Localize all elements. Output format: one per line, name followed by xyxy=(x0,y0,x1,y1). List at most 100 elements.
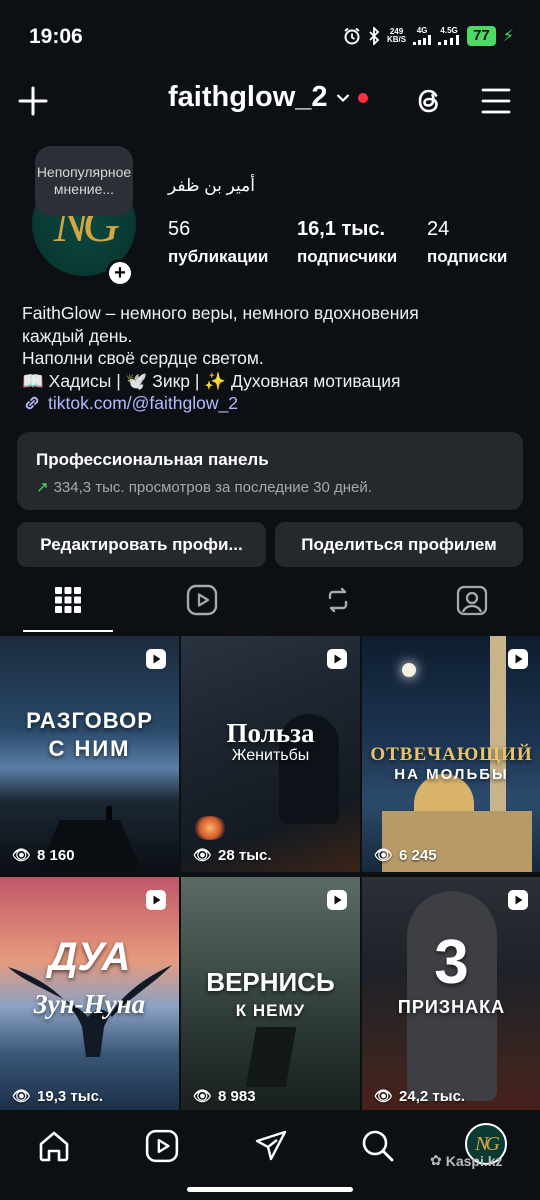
pro-panel-title: Профессиональная панель xyxy=(36,450,269,469)
post-subtitle: ПРИЗНАКА xyxy=(397,997,506,1017)
post-subtitle: Женитьбы xyxy=(231,747,310,764)
net-speed: 249 KB/S xyxy=(386,27,407,44)
view-count: 👁 19,3 тыс. xyxy=(12,1087,104,1106)
reel-icon xyxy=(327,890,347,910)
tab-grid[interactable] xyxy=(43,580,93,620)
share-profile-button[interactable]: Поделиться профилем xyxy=(275,522,523,567)
nav-direct[interactable] xyxy=(251,1126,291,1166)
pro-panel-subtitle: ↗ 334,3 тыс. просмотров за последние 30 … xyxy=(36,478,372,497)
post-tile[interactable]: ДУА Зун-Нуна 👁 19,3 тыс. xyxy=(0,877,179,1113)
post-tile[interactable]: ОТВЕЧАЮЩИЙ НА МОЛЬБЫ 👁 6 245 xyxy=(362,636,540,872)
nav-search[interactable] xyxy=(358,1126,398,1166)
bio: FaithGlow – немного веры, немного вдохно… xyxy=(22,302,522,415)
bio-line: каждый день. xyxy=(22,325,133,346)
nav-reels[interactable] xyxy=(142,1126,182,1166)
moon xyxy=(402,663,416,677)
post-tile[interactable]: Польза Женитьбы 👁 28 тыс. xyxy=(181,636,360,872)
edit-profile-button[interactable]: Редактировать профи... xyxy=(17,522,266,567)
bluetooth-icon xyxy=(368,27,380,45)
display-name: أمير بن ظفر xyxy=(168,176,255,195)
posts-grid: РАЗГОВОР С НИМ 👁 8 160 Польза Женитьбы 👁 2… xyxy=(0,636,540,1113)
post-title: ДУА xyxy=(48,935,131,979)
status-time: 19:06 xyxy=(29,25,83,48)
plus-icon xyxy=(18,86,48,116)
bottom-navigation: NG ✿ Kaspi.kz xyxy=(0,1110,540,1200)
account-switcher[interactable]: faithglow_2 xyxy=(168,81,368,114)
active-tab-indicator xyxy=(23,630,113,632)
bio-link[interactable]: tiktok.com/@faithglow_2 xyxy=(22,392,522,415)
bio-line: Наполни своё сердце светом. xyxy=(22,348,264,368)
note-bubble[interactable]: Непопулярное мнение... xyxy=(35,146,133,216)
grid-icon xyxy=(55,587,81,613)
post-title: ОТВЕЧАЮЩИЙ xyxy=(370,744,533,765)
post-tile[interactable]: ВЕРНИСЬ К НЕМУ 👁 8 983 xyxy=(181,877,360,1113)
post-title: 3 xyxy=(434,928,469,997)
post-title: Польза xyxy=(226,718,315,748)
tab-reels[interactable] xyxy=(177,580,227,620)
post-subtitle: Зун-Нуна xyxy=(33,989,146,1019)
reels-icon xyxy=(145,1129,179,1163)
create-button[interactable] xyxy=(18,86,48,116)
reel-icon xyxy=(508,890,528,910)
bio-line: 📖 Хадисы | 🕊️ Зикр | ✨ Духовная мотиваци… xyxy=(22,370,401,391)
trend-up-icon: ↗ xyxy=(36,479,49,496)
battery-indicator: 77 xyxy=(467,26,496,46)
threads-button[interactable] xyxy=(412,84,446,118)
watermark: ✿ Kaspi.kz xyxy=(430,1152,503,1169)
direct-send-icon xyxy=(255,1130,287,1161)
post-tile[interactable]: РАЗГОВОР С НИМ 👁 8 160 xyxy=(0,636,179,872)
eye-icon: 👁 xyxy=(374,847,394,864)
post-subtitle: С НИМ xyxy=(48,736,131,761)
signal-45g-icon: 4.5G xyxy=(438,27,460,45)
profile-top-bar: faithglow_2 xyxy=(0,78,540,124)
post-title: ВЕРНИСЬ xyxy=(206,967,335,997)
eye-icon: 👁 xyxy=(374,1088,394,1105)
hamburger-menu-icon xyxy=(481,88,511,114)
plus-icon: + xyxy=(114,262,126,284)
stat-followers[interactable]: 16,1 тыс. подписчики xyxy=(297,218,397,267)
menu-button[interactable] xyxy=(481,86,511,116)
post-tile[interactable]: 3 ПРИЗНАКА 👁 24,2 тыс. xyxy=(362,877,540,1113)
tab-reposts[interactable] xyxy=(313,580,363,620)
kaspi-logo-icon: ✿ xyxy=(430,1152,442,1168)
bio-link-text: tiktok.com/@faithglow_2 xyxy=(48,393,238,413)
minaret xyxy=(490,636,506,826)
tab-tagged[interactable] xyxy=(447,580,497,620)
reel-icon xyxy=(327,649,347,669)
stat-following[interactable]: 24 подписки xyxy=(427,218,507,267)
status-bar: 19:06 249 KB/S 4G 4.5G 77 ⚡ xyxy=(0,0,540,72)
username: faithglow_2 xyxy=(168,81,328,113)
status-icons: 249 KB/S 4G 4.5G 77 ⚡ xyxy=(343,24,514,48)
post-subtitle: К НЕМУ xyxy=(235,1001,306,1020)
view-count: 👁 8 983 xyxy=(193,1087,256,1106)
view-count: 👁 8 160 xyxy=(12,846,75,865)
reels-icon xyxy=(186,584,218,616)
bio-line: FaithGlow – немного веры, немного вдохно… xyxy=(22,303,419,323)
eye-icon: 👁 xyxy=(193,847,213,864)
threads-icon xyxy=(418,89,438,113)
view-count: 👁 6 245 xyxy=(374,846,437,865)
repost-icon xyxy=(328,587,348,613)
professional-dashboard[interactable]: Профессиональная панель ↗ 334,3 тыс. про… xyxy=(17,432,523,510)
add-story-button[interactable]: + xyxy=(106,259,134,287)
eye-icon: 👁 xyxy=(12,847,32,864)
eye-icon: 👁 xyxy=(12,1088,32,1105)
post-title: РАЗГОВОР xyxy=(26,708,153,733)
note-text: Непопулярное мнение... xyxy=(36,164,132,197)
search-icon xyxy=(362,1130,394,1162)
stat-posts[interactable]: 56 публикации xyxy=(168,218,268,267)
eye-icon: 👁 xyxy=(193,1088,213,1105)
fire-glow xyxy=(193,816,227,840)
chevron-down-icon xyxy=(336,93,349,102)
post-subtitle: НА МОЛЬБЫ xyxy=(394,766,509,783)
signal-4g-icon: 4G xyxy=(413,27,432,45)
nav-home[interactable] xyxy=(34,1126,74,1166)
view-count: 👁 24,2 тыс. xyxy=(374,1087,466,1106)
reel-icon xyxy=(146,890,166,910)
charging-icon: ⚡ xyxy=(502,28,514,45)
view-count: 👁 28 тыс. xyxy=(193,846,272,865)
notification-dot xyxy=(357,92,368,103)
reel-icon xyxy=(508,649,528,669)
home-indicator[interactable] xyxy=(187,1187,353,1192)
home-icon xyxy=(39,1131,69,1162)
